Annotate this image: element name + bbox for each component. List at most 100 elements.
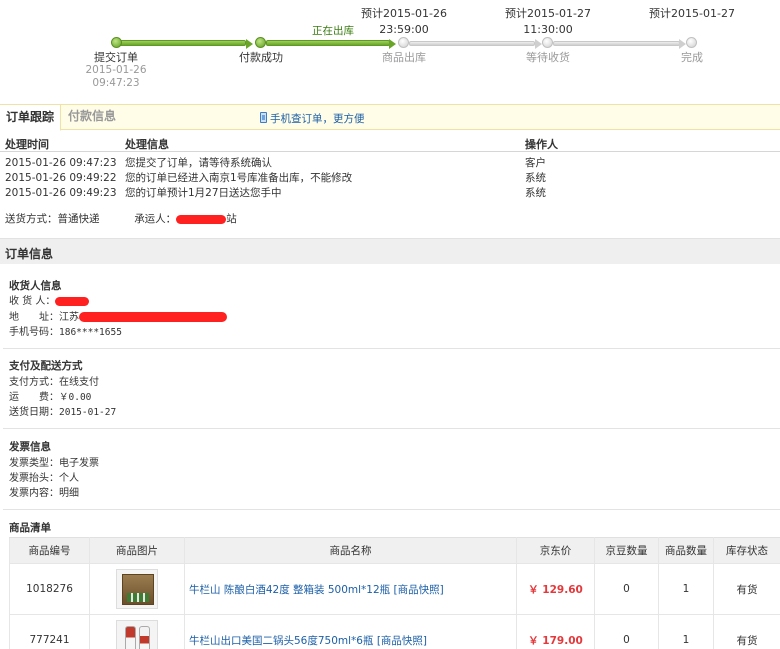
invoice-content: 明细	[59, 488, 79, 499]
col-product-name: 商品名称	[184, 537, 517, 564]
product-thumbnail[interactable]	[116, 569, 158, 609]
tab-payment-info[interactable]: 付款信息	[62, 104, 126, 131]
tracking-header-operator: 操作人	[525, 138, 558, 151]
progress-bar-pending	[409, 41, 535, 46]
tracking-header-time: 处理时间	[5, 138, 49, 151]
product-row: 1018276 牛栏山 陈酿白酒42度 整箱装 500ml*12瓶 [商品快照]…	[9, 563, 780, 615]
col-quantity: 商品数量	[658, 537, 714, 564]
product-price: ￥ 179.00	[516, 614, 595, 649]
step-estimate-time-awaiting: 11:30:00	[523, 23, 573, 36]
invoice-header-row: 发票抬头：个人	[9, 471, 79, 486]
invoice-content-label: 发票内容：	[9, 488, 59, 499]
col-product-id: 商品编号	[9, 537, 90, 564]
tab-order-tracking[interactable]: 订单跟踪	[0, 104, 61, 131]
mobile-phone-icon	[260, 112, 267, 123]
product-row: 777241 牛栏山出口美国二锅头56度750ml*6瓶 [商品快照] ￥ 17…	[9, 614, 780, 649]
product-stock: 有货	[713, 563, 780, 615]
step-estimate-awaiting: 预计2015-01-27	[505, 7, 591, 20]
invoice-type: 电子发票	[59, 458, 99, 469]
col-product-image: 商品图片	[89, 537, 185, 564]
progress-bar-pending	[553, 41, 680, 46]
step-label-complete: 完成	[681, 51, 703, 64]
order-info-header: 订单信息	[0, 238, 780, 264]
col-beans: 京豆数量	[594, 537, 659, 564]
invoice-type-label: 发票类型：	[9, 458, 59, 469]
progress-arrow	[535, 39, 542, 49]
step-time-submitted: 09:47:23	[92, 77, 140, 89]
step-estimate-outbound: 预计2015-01-26	[361, 7, 447, 20]
product-name-link[interactable]: 牛栏山 陈酿白酒42度 整箱装 500ml*12瓶 [商品快照]	[184, 563, 517, 615]
carrier-tail: 站	[226, 213, 237, 225]
order-info-title: 订单信息	[5, 247, 54, 261]
receiver-phone-row: 手机号码：186****1655	[9, 325, 122, 340]
section-divider	[3, 509, 780, 510]
product-name-link[interactable]: 牛栏山出口美国二锅头56度750ml*6瓶 [商品快照]	[184, 614, 517, 649]
receiver-phone-label: 手机号码：	[9, 327, 59, 338]
mobile-order-link[interactable]: 手机查订单，更方便	[260, 111, 365, 126]
invoice-header: 个人	[59, 473, 79, 484]
product-table-header: 商品编号 商品图片 商品名称 京东价 京豆数量 商品数量 库存状态	[9, 537, 780, 564]
payment-title: 支付及配送方式	[9, 360, 83, 372]
step-date-submitted: 2015-01-26	[85, 64, 147, 76]
progress-bar-done	[266, 40, 390, 46]
tracking-row-info: 您的订单已经进入南京1号库准备出库，不能修改	[125, 172, 353, 184]
product-quantity: 1	[658, 614, 714, 649]
step-label-paid: 付款成功	[239, 51, 283, 64]
receiver-name-row: 收 货 人：	[9, 294, 90, 309]
tracking-row-operator: 客户	[525, 157, 546, 169]
payment-method: 在线支付	[59, 377, 99, 388]
tracking-row-operator: 系统	[525, 187, 546, 199]
delivery-date: 2015-01-27	[59, 407, 117, 418]
mobile-link-text: 手机查订单，更方便	[270, 113, 365, 125]
product-stock: 有货	[713, 614, 780, 649]
shipping-fee-label: 运 费：	[9, 392, 59, 403]
step-dot-paid	[255, 37, 266, 48]
shipping-row: 送货方式：普通快递 承运人： 站	[5, 211, 237, 226]
product-id: 1018276	[9, 563, 90, 615]
invoice-header-label: 发票抬头：	[9, 473, 59, 484]
product-beans: 0	[594, 563, 659, 615]
col-stock: 库存状态	[713, 537, 780, 564]
product-thumbnail[interactable]	[116, 620, 158, 649]
step-label-awaiting: 等待收货	[526, 51, 570, 64]
receiver-title: 收货人信息	[9, 280, 62, 292]
receiver-phone: 186****1655	[59, 327, 122, 338]
progress-arrow	[679, 39, 686, 49]
invoice-content-row: 发票内容：明细	[9, 486, 79, 501]
step-estimate-time-outbound: 23:59:00	[379, 23, 429, 36]
step-label-submitted: 提交订单	[94, 51, 138, 64]
section-divider	[3, 428, 780, 429]
invoice-title: 发票信息	[9, 441, 51, 453]
receiver-address-prefix: 江苏	[59, 312, 79, 323]
section-divider	[3, 348, 780, 349]
tracking-header-divider	[0, 151, 780, 152]
receiver-address-label: 地 址：	[9, 312, 59, 323]
progress-bar-done	[118, 40, 246, 46]
redaction-mark	[79, 312, 227, 322]
ship-method-label: 送货方式：	[5, 213, 58, 225]
ship-method-value: 普通快递	[57, 213, 100, 225]
step-dot-outbound	[398, 37, 409, 48]
tracking-row-time: 2015-01-26 09:49:23	[5, 187, 117, 199]
step-dot-awaiting	[542, 37, 553, 48]
invoice-type-row: 发票类型：电子发票	[9, 456, 99, 471]
progress-arrow	[246, 39, 253, 49]
product-table: 商品编号 商品图片 商品名称 京东价 京豆数量 商品数量 库存状态 101827…	[9, 537, 780, 649]
redaction-mark	[55, 296, 90, 306]
progress-arrow	[389, 39, 396, 49]
product-quantity: 1	[658, 563, 714, 615]
product-id: 777241	[9, 614, 90, 649]
tracking-row-time: 2015-01-26 09:49:22	[5, 172, 117, 184]
col-price: 京东价	[516, 537, 595, 564]
product-price: ￥ 129.60	[516, 563, 595, 615]
shipping-fee-row: 运 费：￥0.00	[9, 390, 91, 405]
delivery-date-row: 送货日期：2015-01-27	[9, 405, 116, 420]
tracking-row-time: 2015-01-26 09:47:23	[5, 157, 117, 169]
step-estimate-complete: 预计2015-01-27	[649, 7, 735, 20]
product-list-title: 商品清单	[9, 522, 51, 534]
tracking-row-info: 您的订单预计1月27日送达您手中	[125, 187, 282, 199]
product-beans: 0	[594, 614, 659, 649]
step-label-outbound: 商品出库	[382, 51, 426, 64]
payment-method-label: 支付方式：	[9, 377, 59, 388]
payment-method-row: 支付方式：在线支付	[9, 375, 99, 390]
